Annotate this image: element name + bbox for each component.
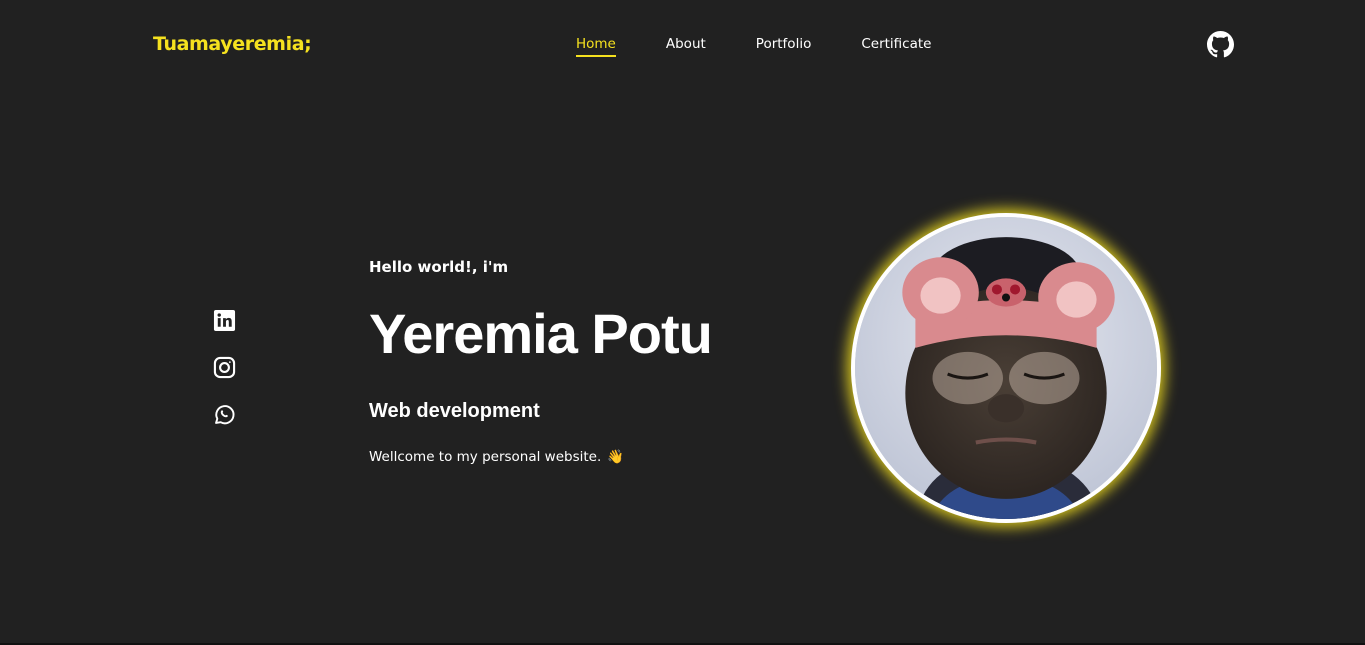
- hero-greeting: Hello world!, i'm: [369, 258, 509, 276]
- nav-link-home[interactable]: Home: [576, 36, 616, 57]
- wave-emoji-icon: 👋: [607, 449, 625, 465]
- nav-links: Home About Portfolio Certificate: [576, 36, 931, 57]
- nav-link-portfolio[interactable]: Portfolio: [756, 36, 812, 57]
- linkedin-icon[interactable]: [213, 309, 236, 332]
- hero-welcome: Wellcome to my personal website. 👋: [369, 449, 712, 465]
- hero-name: Yeremia Potu: [369, 302, 713, 365]
- hero-section: Hello world!, i'm Yeremia Potu Web devel…: [369, 258, 713, 465]
- hero-role: Web development: [369, 400, 540, 422]
- instagram-icon[interactable]: [213, 356, 236, 379]
- social-links: [213, 309, 236, 426]
- nav-link-about[interactable]: About: [666, 36, 706, 57]
- hero-welcome-text: Wellcome to my personal website.: [369, 449, 602, 465]
- avatar-photo: [855, 217, 1157, 519]
- profile-avatar: [851, 213, 1161, 523]
- whatsapp-icon[interactable]: [213, 403, 236, 426]
- github-icon[interactable]: [1207, 31, 1234, 58]
- brand-logo[interactable]: Tuamayeremia;: [153, 33, 312, 55]
- nav-link-certificate[interactable]: Certificate: [861, 36, 931, 57]
- navbar: Tuamayeremia; Home About Portfolio Certi…: [0, 0, 1365, 90]
